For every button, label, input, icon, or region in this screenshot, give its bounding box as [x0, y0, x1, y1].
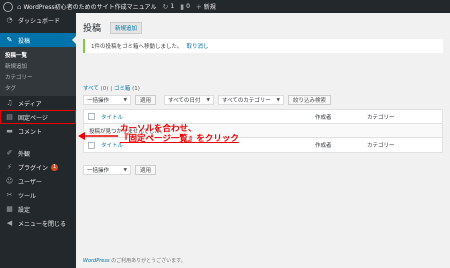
admin-sidebar: ◔ ダッシュボード ✎ 投稿 投稿一覧 新規追加 カテゴリー タグ ♫ メディア…: [0, 13, 76, 268]
chevron-down-icon: ▼: [123, 167, 127, 173]
bulk-action-value-bottom: 一括操作: [87, 168, 110, 174]
submenu-add-new[interactable]: 新規追加: [0, 60, 76, 71]
wordpress-logo-icon[interactable]: [3, 1, 13, 12]
menu-collapse[interactable]: ◀ メニューを閉じる: [0, 216, 76, 230]
table-header: タイトル 作成者 カテゴリー: [84, 110, 442, 124]
menu-pages[interactable]: ▤ 固定ページ: [0, 110, 76, 124]
submenu-tags[interactable]: タグ: [0, 82, 76, 93]
menu-dashboard[interactable]: ◔ ダッシュボード: [0, 13, 76, 27]
notice-text: 1件の投稿をゴミ箱へ移動しました。: [91, 44, 183, 50]
user-icon: ☺: [5, 177, 14, 185]
wordpress-link[interactable]: WordPress: [83, 258, 110, 264]
home-icon: ⌂: [17, 2, 22, 11]
menu-tools[interactable]: ✂ ツール: [0, 188, 76, 202]
pin-icon: ✎: [6, 36, 13, 44]
dashboard-icon: ◔: [6, 16, 13, 24]
filter-all-link[interactable]: すべて: [83, 86, 99, 92]
filter-separator: |: [110, 86, 113, 92]
annotation-line2: 『固定ページ一覧』をクリック: [120, 134, 239, 144]
column-author: 作成者: [315, 114, 332, 121]
annotation-line1: カーソルを合わせ、: [120, 124, 197, 134]
chevron-down-icon: ▼: [276, 97, 281, 103]
bulk-action-select-bottom[interactable]: 一括操作 ▼: [83, 165, 131, 175]
plug-icon: ⚡: [7, 163, 12, 171]
bulk-action-value: 一括操作: [87, 98, 110, 104]
updates-link[interactable]: ↻ 1: [163, 3, 175, 11]
apply-button-bottom[interactable]: 適用: [135, 165, 157, 175]
updates-icon: ↻: [162, 2, 169, 11]
new-label: 新規: [203, 4, 216, 11]
comments-count: 0: [186, 3, 190, 10]
bottom-tablenav: 一括操作 ▼ 適用: [83, 165, 157, 175]
undo-link[interactable]: 取り消し: [187, 42, 209, 50]
menu-appearance[interactable]: ✐ 外観: [0, 146, 76, 160]
menu-media[interactable]: ♫ メディア: [0, 96, 76, 110]
new-content-link[interactable]: + 新規: [195, 2, 216, 12]
settings-icon: ▦: [6, 205, 13, 213]
menu-media-label: メディア: [18, 100, 42, 108]
annotation-arrow-icon: [78, 132, 118, 140]
posts-submenu: 投稿一覧 新規追加 カテゴリー タグ: [0, 47, 76, 96]
plus-icon: +: [195, 2, 202, 11]
page-icon: ▤: [6, 113, 13, 121]
admin-bar: ⌂ WordPress初心者のためのサイト作成マニュアル ↻ 1 ▮ 0 + 新…: [0, 0, 450, 13]
apply-button[interactable]: 適用: [135, 95, 157, 105]
menu-posts-label: 投稿: [18, 37, 31, 45]
filter-button[interactable]: 絞り込み検索: [288, 95, 332, 105]
brush-icon: ✐: [6, 149, 13, 157]
menu-users[interactable]: ☺ ユーザー: [0, 174, 76, 188]
select-all-checkbox[interactable]: [88, 113, 95, 120]
top-tablenav: 一括操作 ▼ 適用 すべての日付 ▼ すべてのカテゴリー ▼ 絞り込み検索: [83, 95, 332, 105]
submenu-all-posts[interactable]: 投稿一覧: [0, 49, 76, 60]
chevron-down-icon: ▼: [123, 97, 127, 103]
collapse-icon: ◀: [6, 219, 13, 227]
media-icon: ♫: [6, 99, 13, 107]
status-filter-links: すべて (0) | ゴミ箱 (1): [83, 84, 140, 92]
menu-plugins-label: プラグイン: [18, 164, 49, 172]
category-filter-value: すべてのカテゴリー: [222, 98, 271, 104]
menu-users-label: ユーザー: [18, 178, 42, 186]
menu-dashboard-label: ダッシュボード: [18, 17, 61, 25]
comments-link[interactable]: ▮ 0: [180, 3, 190, 11]
site-name-link[interactable]: ⌂ WordPress初心者のためのサイト作成マニュアル: [17, 2, 157, 12]
date-filter-select[interactable]: すべての日付 ▼: [164, 95, 215, 105]
annotation-callout: カーソルを合わせ、 『固定ページ一覧』をクリック: [120, 124, 239, 144]
filter-all-count: (0): [100, 86, 109, 92]
updates-count: 1: [170, 3, 175, 10]
page-title: 投稿: [83, 24, 102, 34]
trash-notice: 1件の投稿をゴミ箱へ移動しました。 取り消し: [83, 39, 443, 53]
filter-trash-count: (1): [132, 86, 140, 92]
menu-appearance-label: 外観: [18, 150, 31, 158]
menu-tools-label: ツール: [18, 192, 37, 200]
add-new-button[interactable]: 新規追加: [110, 22, 143, 34]
column-author-footer: 作成者: [315, 143, 332, 149]
column-category: カテゴリー: [367, 114, 395, 121]
menu-comments-label: コメント: [18, 128, 43, 136]
menu-pages-label: 固定ページ: [18, 114, 48, 122]
filter-trash-link[interactable]: ゴミ箱: [114, 86, 131, 92]
admin-footer: WordPress のご利用ありがとうございます。: [83, 257, 186, 264]
footer-thanks: のご利用ありがとうございます。: [109, 258, 186, 264]
date-filter-value: すべての日付: [168, 98, 201, 104]
column-category-footer: カテゴリー: [367, 143, 395, 149]
bulk-action-select[interactable]: 一括操作 ▼: [83, 95, 131, 105]
menu-plugins[interactable]: ⚡ プラグイン 1: [0, 160, 76, 174]
menu-comments[interactable]: ▬ コメント: [0, 124, 76, 138]
plugins-update-badge: 1: [51, 163, 59, 171]
comment-bubble-icon: ▬: [6, 127, 13, 135]
column-title[interactable]: タイトル: [101, 113, 315, 121]
menu-collapse-label: メニューを閉じる: [18, 220, 67, 228]
menu-settings-label: 設定: [18, 206, 31, 214]
menu-settings[interactable]: ▦ 設定: [0, 202, 76, 216]
menu-posts[interactable]: ✎ 投稿: [0, 33, 76, 47]
comment-icon: ▮: [180, 2, 185, 11]
submenu-categories[interactable]: カテゴリー: [0, 71, 76, 82]
category-filter-select[interactable]: すべてのカテゴリー ▼: [218, 95, 285, 105]
wrench-icon: ✂: [6, 191, 13, 199]
select-all-checkbox-footer[interactable]: [88, 141, 95, 149]
site-name: WordPress初心者のためのサイト作成マニュアル: [23, 4, 157, 11]
chevron-down-icon: ▼: [206, 97, 211, 103]
